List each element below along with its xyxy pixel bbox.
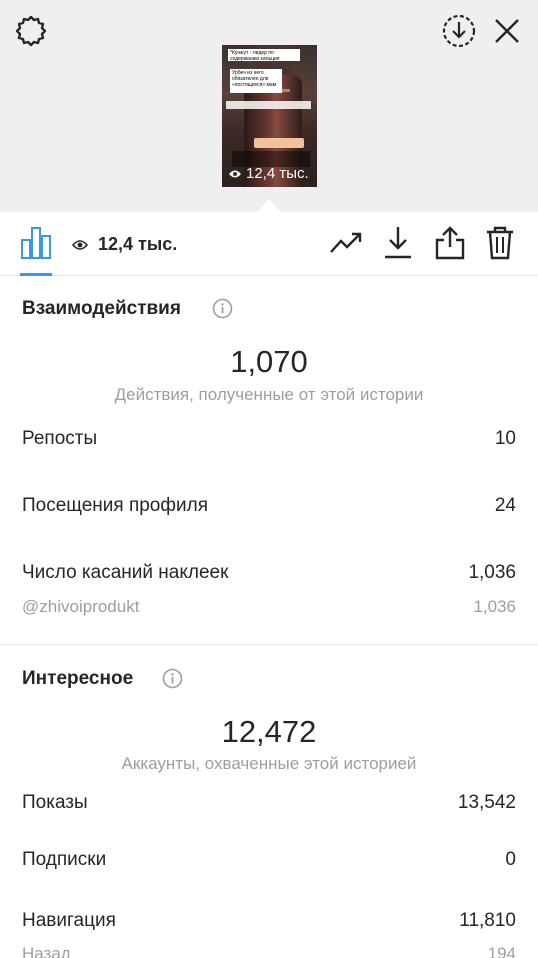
interactions-title: Взаимодействия	[22, 298, 181, 319]
reposts-value: 10	[494, 428, 516, 449]
interactions-caption: Действия, полученные от этой истории	[114, 385, 424, 404]
interactions-total: 1,070	[230, 344, 308, 379]
eye-icon	[229, 170, 241, 177]
thumbnail-view-count: 12,4 тыс.	[246, 165, 309, 182]
viewers-count[interactable]: 12,4 тыс.	[98, 234, 177, 255]
mention-sticker-label[interactable]: @zhivoiprodukt	[22, 597, 139, 617]
navigation-value: 11,810	[459, 910, 516, 931]
back-value: 194	[487, 944, 516, 958]
info-icon[interactable]	[212, 298, 233, 319]
trend-up-icon[interactable]	[328, 226, 364, 260]
story-header: *Кунжут - лидер по содержанию кальция Ур…	[0, 0, 538, 212]
profile-visits-value: 24	[494, 495, 516, 516]
follows-value: 0	[505, 849, 516, 870]
back-label: Назад	[22, 944, 71, 958]
story-text-block-3	[226, 101, 311, 109]
story-text-block-2: Урбеч из него обязателен для «постящихся…	[230, 69, 282, 93]
navigation-label: Навигация	[22, 910, 116, 931]
mention-sticker-value: 1,036	[473, 597, 516, 616]
story-text-block-1: *Кунжут - лидер по содержанию кальция	[228, 49, 300, 62]
section-divider	[0, 644, 538, 645]
sticker-taps-label: Число касаний наклеек	[22, 562, 229, 583]
close-icon[interactable]	[488, 12, 526, 50]
story-mention-sticker	[254, 138, 304, 148]
info-icon[interactable]	[162, 668, 183, 689]
save-story-icon[interactable]	[441, 13, 477, 49]
trash-icon[interactable]	[482, 224, 518, 262]
discovery-title: Интересное	[22, 668, 134, 689]
settings-gear-icon[interactable]	[12, 12, 50, 50]
story-thumbnail[interactable]: *Кунжут - лидер по содержанию кальция Ур…	[222, 45, 317, 187]
download-icon[interactable]	[380, 224, 416, 262]
discovery-caption: Аккаунты, охваченные этой историей	[121, 754, 417, 773]
profile-visits-label: Посещения профиля	[22, 495, 208, 516]
impressions-value: 13,542	[457, 792, 516, 813]
reposts-label: Репосты	[22, 428, 98, 449]
eye-icon	[71, 238, 89, 250]
discovery-total: 12,472	[221, 714, 317, 749]
sticker-taps-value: 1,036	[468, 562, 516, 583]
follows-label: Подписки	[22, 849, 107, 870]
impressions-label: Показы	[22, 792, 88, 813]
bar-chart-icon[interactable]	[20, 226, 52, 260]
active-tab-indicator	[20, 273, 52, 276]
share-icon[interactable]	[432, 224, 468, 262]
thumbnail-views: 12,4 тыс.	[228, 165, 309, 182]
